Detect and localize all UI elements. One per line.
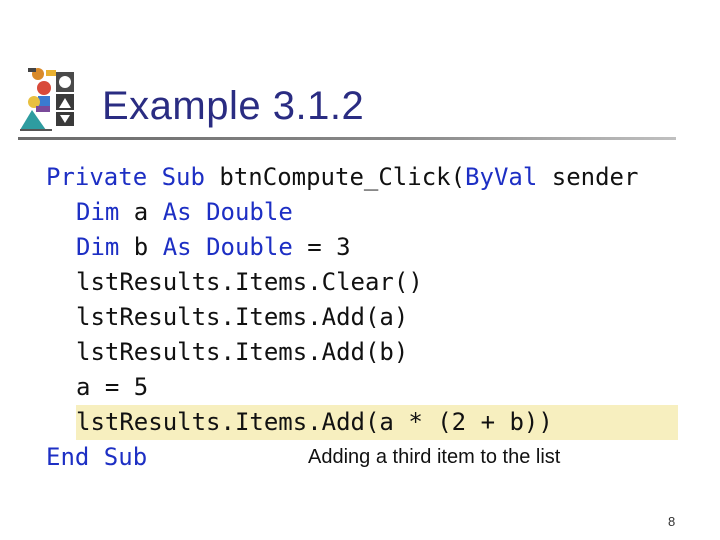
code-line: lstResults.Items.Clear() — [76, 268, 423, 296]
code-block: Private Sub btnCompute_Click(ByVal sende… — [46, 160, 678, 475]
code-text: a — [119, 198, 163, 226]
code-text: = 3 — [292, 233, 351, 261]
code-line: Private Sub btnCompute_Click(ByVal sende… — [46, 160, 678, 195]
page-number: 8 — [668, 514, 676, 529]
code-keyword: Dim — [76, 233, 120, 261]
code-line: a = 5 — [76, 373, 149, 401]
code-keyword: Private Sub — [46, 163, 205, 191]
code-text: b — [119, 233, 163, 261]
code-keyword: Dim — [76, 198, 120, 226]
title-divider — [18, 137, 676, 140]
logo-icon — [20, 68, 74, 131]
highlighted-code-line: lstResults.Items.Add(a * (2 + b)) — [76, 405, 678, 440]
code-text: btnCompute_Click( — [204, 163, 466, 191]
code-line: Dim a As Double — [46, 195, 678, 230]
code-text: sender — [537, 163, 639, 191]
code-keyword: End Sub — [46, 443, 148, 471]
slide-caption: Adding a third item to the list — [308, 446, 561, 468]
slide-title: Example 3.1.2 — [102, 84, 365, 128]
code-keyword: As Double — [162, 198, 293, 226]
code-line: lstResults.Items.Add(a) — [76, 303, 409, 331]
code-keyword: ByVal — [465, 163, 538, 191]
code-line: lstResults.Items.Add(b) — [76, 338, 409, 366]
code-line: Dim b As Double = 3 — [46, 230, 678, 265]
code-keyword: As Double — [162, 233, 293, 261]
